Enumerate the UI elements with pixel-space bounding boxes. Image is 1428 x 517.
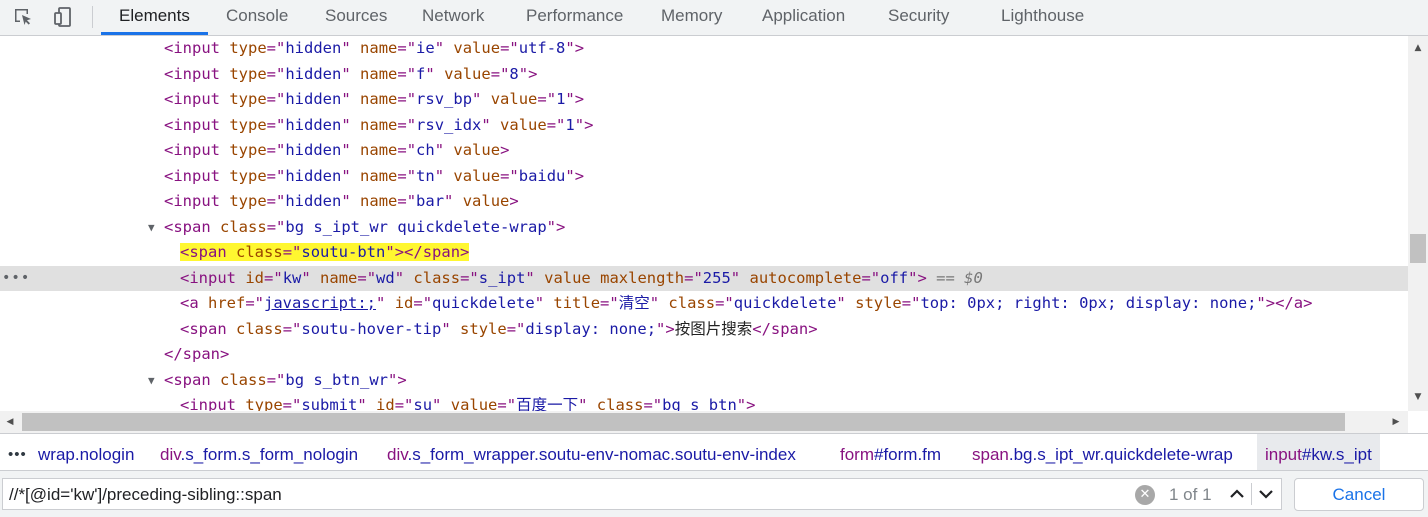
search-input[interactable] xyxy=(9,479,1109,509)
active-tab-indicator xyxy=(101,32,208,35)
tab-console[interactable]: Console xyxy=(226,0,288,35)
dom-tree: <input type="hidden" name="ie" value="ut… xyxy=(0,36,1408,411)
dom-node-markup: <a href="javascript:;" id="quickdelete" … xyxy=(180,294,1313,312)
breadcrumb-class: .bg.s_ipt_wr.quickdelete-wrap xyxy=(1008,445,1233,464)
dom-node-span[interactable]: ▼ <span class="bg s_ipt_wr quickdelete-wr… xyxy=(0,215,1408,241)
breadcrumb: ••• wrap.nologin div.s_form.s_form_nologi… xyxy=(0,433,1428,471)
breadcrumb-item[interactable]: input#kw.s_ipt xyxy=(1257,434,1380,470)
breadcrumb-overflow-icon[interactable]: ••• xyxy=(8,434,27,470)
dom-node-markup: <span class="soutu-hover-tip" style="dis… xyxy=(180,319,818,338)
breadcrumb-class: .s_form_wrapper.soutu-env-nomac.soutu-en… xyxy=(407,445,796,464)
dom-node-input-ch[interactable]: <input type="hidden" name="ch" value> xyxy=(0,138,1408,164)
tab-sources[interactable]: Sources xyxy=(325,0,387,35)
next-match-icon[interactable] xyxy=(1252,481,1280,507)
breadcrumb-class: #kw.s_ipt xyxy=(1301,445,1372,464)
breadcrumb-tag: div xyxy=(160,445,181,464)
search-bar: ✕ 1 of 1 Cancel xyxy=(0,471,1428,517)
dom-node-markup: <input id="kw" name="wd" class="s_ipt" v… xyxy=(180,268,983,287)
devtools-toolbar: Elements Console Sources Network Performance… xyxy=(0,0,1428,36)
breadcrumb-tag: input xyxy=(1265,445,1302,464)
dom-node-input-submit[interactable]: <input type="submit" id="su" value="百度一下… xyxy=(0,393,1408,411)
vertical-scroll-thumb[interactable] xyxy=(1410,234,1426,263)
dom-node-input-f[interactable]: <input type="hidden" name="f" value="8"> xyxy=(0,62,1408,88)
dom-node-input-tn[interactable]: <input type="hidden" name="tn" value="ba… xyxy=(0,164,1408,190)
clear-search-icon[interactable]: ✕ xyxy=(1135,485,1155,505)
dom-node-markup: <input type="hidden" name="bar" value> xyxy=(164,192,519,210)
inspect-element-icon[interactable] xyxy=(10,4,36,30)
expand-toggle-icon[interactable]: ▼ xyxy=(148,215,155,241)
breadcrumb-tag: div xyxy=(387,445,408,464)
dom-node-markup: <span class="bg s_ipt_wr quickdelete-wra… xyxy=(164,217,566,236)
dom-node-markup: <input type="hidden" name="ie" value="ut… xyxy=(164,39,585,57)
tab-network[interactable]: Network xyxy=(422,0,484,35)
breadcrumb-class: wrap.nologin xyxy=(38,445,135,464)
dom-node-input-ie[interactable]: <input type="hidden" name="ie" value="ut… xyxy=(0,36,1408,62)
toolbar-separator xyxy=(92,6,93,28)
dom-node-a-quickdelete[interactable]: <a href="javascript:;" id="quickdelete" … xyxy=(0,291,1408,317)
vertical-scrollbar[interactable] xyxy=(1408,36,1428,411)
breadcrumb-item[interactable]: wrap.nologin xyxy=(38,434,135,470)
search-box: ✕ 1 of 1 xyxy=(2,478,1282,510)
dom-node-markup: <input type="hidden" name="rsv_bp" value… xyxy=(164,90,585,108)
device-toolbar-icon[interactable] xyxy=(50,4,76,30)
horizontal-scroll-thumb[interactable] xyxy=(22,413,1345,431)
dom-node-markup: <span class="soutu-btn"></span> xyxy=(180,243,470,261)
dom-node-input-bar[interactable]: <input type="hidden" name="bar" value> xyxy=(0,189,1408,215)
cancel-button[interactable]: Cancel xyxy=(1294,478,1424,511)
dom-node-span-highlighted[interactable]: <span class="soutu-btn"></span> xyxy=(0,240,1408,266)
breadcrumb-tag: form xyxy=(840,445,874,464)
breadcrumb-item[interactable]: div.s_form_wrapper.soutu-env-nomac.soutu… xyxy=(387,434,796,470)
breadcrumb-item[interactable]: form#form.fm xyxy=(840,434,942,470)
node-actions-icon[interactable]: ••• xyxy=(2,266,30,292)
dom-node-markup: </span> xyxy=(164,345,230,363)
dom-node-span[interactable]: ▼ <span class="bg s_btn_wr"> xyxy=(0,368,1408,394)
tab-security[interactable]: Security xyxy=(888,0,949,35)
match-count: 1 of 1 xyxy=(1169,485,1212,504)
dom-node-input-rsv_bp[interactable]: <input type="hidden" name="rsv_bp" value… xyxy=(0,87,1408,113)
tab-memory[interactable]: Memory xyxy=(661,0,722,35)
scroll-up-arrow-icon[interactable]: ▲ xyxy=(1408,38,1428,58)
scroll-right-arrow-icon[interactable]: ▶ xyxy=(1386,411,1406,433)
tab-application[interactable]: Application xyxy=(762,0,845,35)
dom-node-markup: <span class="bg s_btn_wr"> xyxy=(164,370,407,389)
tab-elements[interactable]: Elements xyxy=(119,0,190,35)
tab-performance[interactable]: Performance xyxy=(526,0,623,35)
dom-node-markup: <input type="hidden" name="f" value="8"> xyxy=(164,64,538,83)
dom-node-span-tip[interactable]: <span class="soutu-hover-tip" style="dis… xyxy=(0,317,1408,343)
dom-node-markup: <input type="hidden" name="ch" value> xyxy=(164,141,510,159)
scroll-left-arrow-icon[interactable]: ◀ xyxy=(0,411,20,433)
breadcrumb-tag: span xyxy=(972,445,1009,464)
dom-node-markup: <input type="hidden" name="rsv_idx" valu… xyxy=(164,115,594,134)
scroll-down-arrow-icon[interactable]: ▼ xyxy=(1408,387,1428,407)
dom-node-markup: <input type="hidden" name="tn" value="ba… xyxy=(164,166,585,185)
breadcrumb-item[interactable]: div.s_form.s_form_nologin xyxy=(160,434,359,470)
breadcrumb-class: .s_form.s_form_nologin xyxy=(180,445,359,464)
dom-node-markup: <input type="submit" id="su" value="百度一下… xyxy=(180,396,756,411)
dom-node-input-kw[interactable]: ••• <input id="kw" name="wd" class="s_ipt… xyxy=(0,265,1408,292)
dom-node-close[interactable]: </span> xyxy=(0,342,1408,368)
expand-toggle-icon[interactable]: ▼ xyxy=(148,368,155,394)
breadcrumb-class: #form.fm xyxy=(874,445,942,464)
tab-lighthouse[interactable]: Lighthouse xyxy=(1001,0,1084,35)
breadcrumb-item[interactable]: span.bg.s_ipt_wr.quickdelete-wrap xyxy=(972,434,1233,470)
dom-node-input-rsv_idx[interactable]: <input type="hidden" name="rsv_idx" valu… xyxy=(0,113,1408,139)
previous-match-icon[interactable] xyxy=(1223,481,1251,507)
